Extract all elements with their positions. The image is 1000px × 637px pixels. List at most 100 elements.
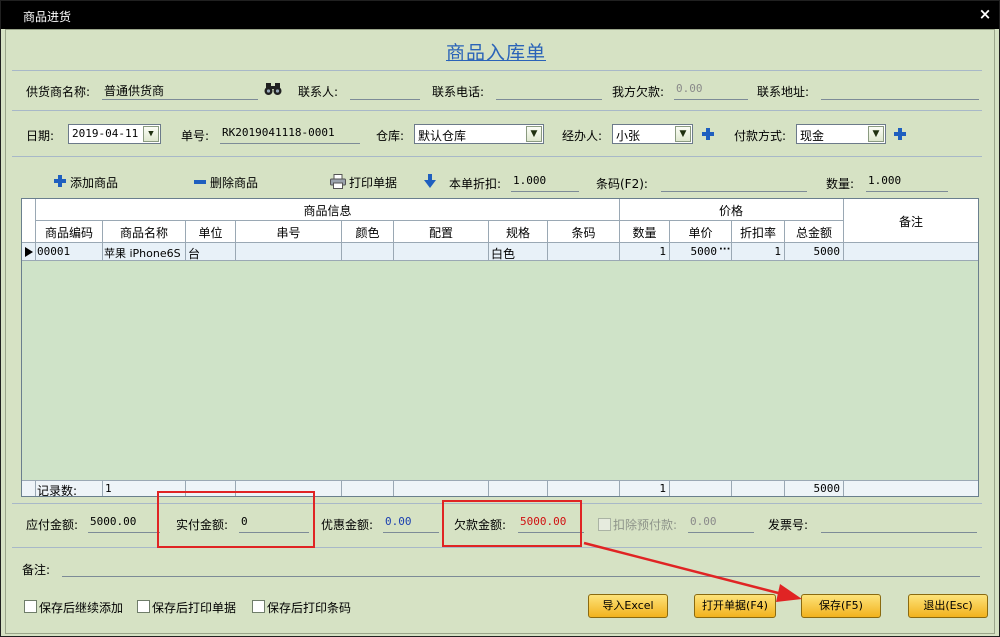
order-number[interactable]: RK2019041118-0001 bbox=[220, 124, 360, 144]
print-doc-button[interactable]: 打印单据 bbox=[349, 174, 397, 191]
close-icon[interactable]: × bbox=[977, 5, 993, 23]
grid-line bbox=[102, 481, 103, 496]
cell-price[interactable]: 5000 bbox=[670, 245, 718, 258]
qty-input[interactable]: 1.000 bbox=[866, 172, 948, 192]
chevron-down-icon[interactable]: ▼ bbox=[675, 126, 691, 142]
col-header[interactable]: 条码 bbox=[548, 224, 619, 241]
cell-name[interactable]: 苹果 iPhone6S bbox=[104, 245, 185, 261]
product-grid: 商品信息 价格 备注 商品编码 商品名称 单位 串号 颜色 配置 规格 条码 数… bbox=[21, 198, 979, 498]
chevron-down-icon[interactable]: ▼ bbox=[868, 126, 884, 142]
phone-input[interactable] bbox=[496, 80, 602, 100]
printer-icon[interactable] bbox=[330, 174, 346, 189]
cell-total[interactable]: 5000 bbox=[785, 245, 841, 258]
order-label: 单号: bbox=[181, 129, 210, 143]
down-arrow-icon bbox=[424, 174, 436, 188]
payable-value: 5000.00 bbox=[88, 513, 160, 533]
warehouse-value: 默认仓库 bbox=[418, 129, 467, 143]
exit-button[interactable]: 退出(Esc) bbox=[908, 594, 988, 618]
add-product-icon[interactable] bbox=[54, 175, 66, 187]
grid-line bbox=[22, 242, 978, 243]
grid-line bbox=[784, 220, 785, 261]
group-price-header: 价格 bbox=[718, 204, 743, 218]
minus-icon[interactable] bbox=[194, 180, 206, 184]
continue-add-checkbox[interactable] bbox=[24, 600, 37, 613]
cell-qty[interactable]: 1 bbox=[620, 245, 666, 258]
phone-label: 联系电话: bbox=[432, 85, 485, 99]
print-barcode-checkbox[interactable] bbox=[252, 600, 265, 613]
chevron-down-icon[interactable]: ▼ bbox=[143, 126, 159, 142]
col-header[interactable]: 配置 bbox=[394, 224, 488, 241]
grid-line bbox=[547, 481, 548, 496]
grid-line bbox=[393, 220, 394, 261]
grid-line bbox=[235, 220, 236, 261]
binoculars-icon[interactable] bbox=[264, 81, 282, 97]
col-header[interactable]: 总金额 bbox=[785, 224, 843, 241]
grid-line bbox=[22, 260, 978, 261]
handler-value: 小张 bbox=[616, 129, 641, 143]
invoice-label: 发票号: bbox=[768, 518, 809, 532]
print-barcode-label[interactable]: 保存后打印条码 bbox=[267, 599, 351, 616]
prepaid-value: 0.00 bbox=[688, 513, 754, 533]
form-body: 商品入库单 供货商名称: 普通供货商 联系人: 联系电话: 我方欠款: 0.00… bbox=[5, 29, 995, 634]
contact-input[interactable] bbox=[350, 80, 420, 100]
grid-line bbox=[731, 220, 732, 261]
barcode-input[interactable] bbox=[661, 172, 807, 192]
handler-label: 经办人: bbox=[562, 129, 603, 143]
annotation-arrow bbox=[583, 541, 802, 602]
grid-line bbox=[35, 199, 36, 261]
remark-input[interactable] bbox=[62, 557, 980, 577]
grid-line bbox=[22, 480, 978, 481]
col-header[interactable]: 商品编码 bbox=[36, 224, 102, 241]
date-value: 2019-04-11 bbox=[72, 127, 139, 140]
col-header[interactable]: 单价 bbox=[670, 224, 731, 241]
grid-line bbox=[488, 481, 489, 496]
discount-amount-label: 优惠金额: bbox=[321, 518, 374, 532]
supplier-input[interactable]: 普通供货商 bbox=[102, 80, 258, 100]
grid-line bbox=[843, 199, 844, 261]
window-title: 商品进货 bbox=[23, 10, 72, 24]
address-label: 联系地址: bbox=[757, 85, 810, 99]
row-pointer-icon bbox=[25, 246, 33, 257]
add-product-button[interactable]: 添加商品 bbox=[70, 174, 118, 191]
grid-line bbox=[731, 481, 732, 496]
prepaid-checkbox[interactable] bbox=[598, 518, 611, 531]
add-payment-icon[interactable] bbox=[894, 128, 906, 140]
divider bbox=[12, 70, 982, 71]
address-input[interactable] bbox=[821, 80, 979, 100]
chevron-down-icon[interactable]: ▼ bbox=[526, 126, 542, 142]
price-ellipsis-button[interactable]: ··· bbox=[719, 244, 731, 255]
divider bbox=[12, 156, 982, 157]
col-header[interactable]: 折扣率 bbox=[732, 224, 784, 241]
add-handler-icon[interactable] bbox=[702, 128, 714, 140]
col-header[interactable]: 数量 bbox=[620, 224, 669, 241]
col-header[interactable]: 串号 bbox=[236, 224, 341, 241]
discount-input[interactable]: 1.000 bbox=[511, 172, 579, 192]
date-picker[interactable]: 2019-04-11 ▼ bbox=[68, 124, 161, 144]
grid-line bbox=[784, 481, 785, 496]
col-header[interactable]: 单位 bbox=[186, 224, 235, 241]
handler-select[interactable]: 小张 ▼ bbox=[612, 124, 693, 144]
highlight-paid-box bbox=[157, 491, 315, 548]
cell-code[interactable]: 00001 bbox=[37, 245, 102, 258]
grid-line bbox=[393, 481, 394, 496]
remark-header: 备注 bbox=[898, 215, 923, 229]
print-doc-checkbox[interactable] bbox=[137, 600, 150, 613]
grid-line bbox=[36, 220, 843, 221]
delete-product-button[interactable]: 删除商品 bbox=[210, 174, 258, 191]
cell-rate[interactable]: 1 bbox=[732, 245, 781, 258]
date-label: 日期: bbox=[26, 129, 55, 143]
payment-select[interactable]: 现金 ▼ bbox=[796, 124, 886, 144]
print-doc-label[interactable]: 保存后打印单据 bbox=[152, 599, 236, 616]
discount-amount-input[interactable]: 0.00 bbox=[383, 513, 439, 533]
col-header[interactable]: 颜色 bbox=[342, 224, 393, 241]
supplier-label: 供货商名称: bbox=[26, 85, 91, 99]
col-header[interactable]: 商品名称 bbox=[103, 224, 185, 241]
grid-line bbox=[35, 481, 36, 496]
invoice-input[interactable] bbox=[821, 513, 977, 533]
grid-line bbox=[102, 220, 103, 261]
continue-add-label[interactable]: 保存后继续添加 bbox=[39, 599, 123, 616]
qty-label: 数量: bbox=[826, 177, 855, 191]
grid-line bbox=[488, 220, 489, 261]
warehouse-select[interactable]: 默认仓库 ▼ bbox=[414, 124, 544, 144]
col-header[interactable]: 规格 bbox=[489, 224, 547, 241]
